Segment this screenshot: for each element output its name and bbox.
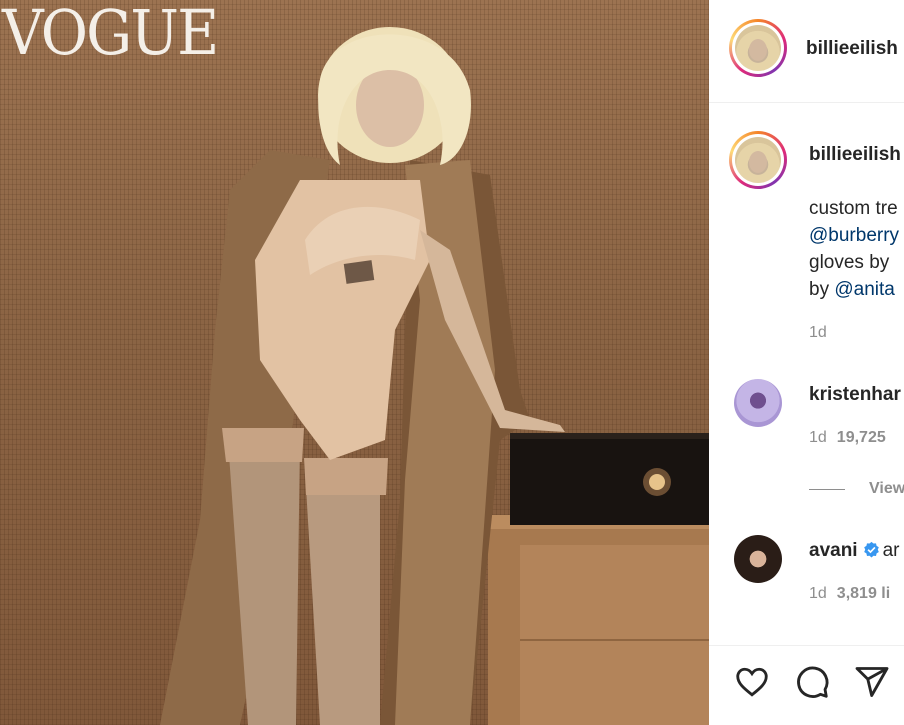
- caption-text-line-3: gloves by: [809, 252, 890, 273]
- comment-row-avani: avani ar: [809, 540, 900, 562]
- view-replies-line: [809, 489, 845, 490]
- comment-meta-kristenhar: 1d 19,725: [809, 429, 886, 447]
- header-divider: [709, 102, 904, 103]
- paper-plane-icon[interactable]: [853, 664, 891, 700]
- comment-like-count[interactable]: 3,819 li: [837, 585, 890, 602]
- comment-like-count[interactable]: 19,725: [837, 429, 886, 446]
- vogue-masthead: VOGUE: [2, 0, 219, 69]
- caption-text-line-4: by @anita: [809, 279, 895, 301]
- caption-time: 1d: [809, 324, 827, 341]
- header-username[interactable]: billieeilish: [806, 38, 898, 60]
- heart-icon[interactable]: [733, 664, 771, 700]
- photo-illustration: [160, 27, 709, 725]
- post-photo[interactable]: VOGUE: [0, 0, 709, 725]
- view-replies-button[interactable]: View: [869, 480, 904, 498]
- comment-avatar-avani[interactable]: [734, 535, 782, 583]
- comment-meta-avani: 1d 3,819 li: [809, 585, 890, 603]
- header-avatar[interactable]: [729, 19, 787, 77]
- caption-username[interactable]: billieeilish: [809, 144, 901, 166]
- comment-time: 1d: [809, 585, 827, 602]
- actions-divider: [709, 645, 904, 646]
- comment-time: 1d: [809, 429, 827, 446]
- comment-text-avani: ar: [882, 540, 900, 561]
- caption-by-prefix: by: [809, 279, 835, 300]
- comment-icon[interactable]: [793, 664, 831, 700]
- caption-text-line-1: custom tre: [809, 198, 898, 219]
- verified-badge-icon: [863, 541, 879, 558]
- comment-avatar-kristenhar[interactable]: [734, 379, 782, 427]
- caption-mention-burberry[interactable]: @burberry: [809, 225, 899, 247]
- caption-avatar[interactable]: [729, 131, 787, 189]
- caption-mention-anita[interactable]: @anita: [834, 279, 895, 300]
- post-side-panel: billieeilish billieeilish custom tre @bu…: [709, 0, 904, 725]
- comment-username-avani[interactable]: avani: [809, 540, 858, 561]
- comment-username-kristenhar[interactable]: kristenhar: [809, 384, 901, 406]
